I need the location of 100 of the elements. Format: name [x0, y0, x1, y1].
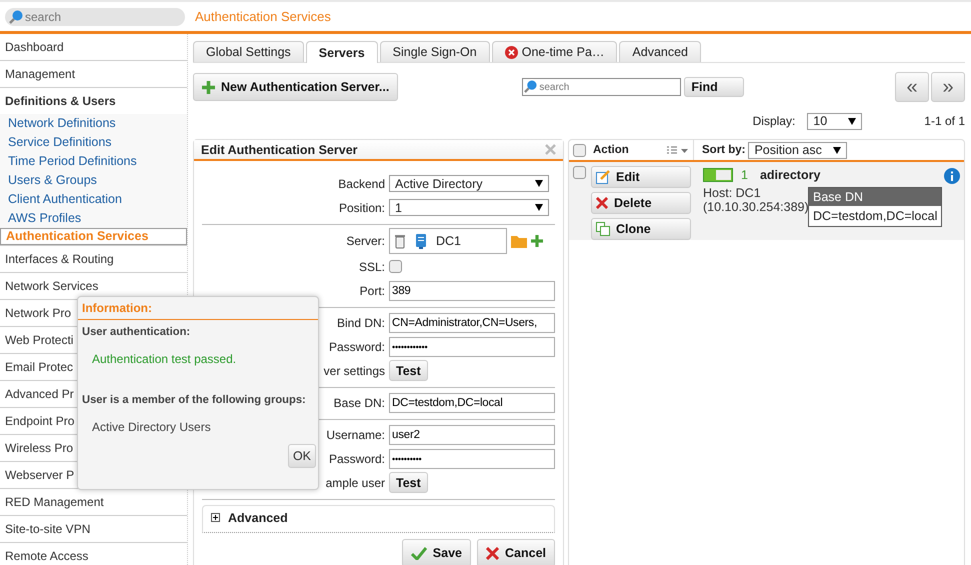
input-field[interactable]: •••••••••••• [389, 336, 555, 356]
sidebar-item[interactable]: Advanced Pr [5, 388, 74, 400]
select-field[interactable]: 1 [389, 199, 549, 216]
copy-icon [596, 222, 610, 236]
sidebar-subitem[interactable]: Client Authentication [0, 190, 187, 209]
select-field[interactable]: Active Directory [389, 175, 549, 192]
folder-icon[interactable] [511, 234, 527, 248]
list-menu-icon[interactable] [667, 146, 689, 154]
sidebar-item[interactable]: Remote Access [5, 550, 88, 562]
input-field[interactable]: •••••••••• [389, 448, 555, 468]
display-select[interactable]: 10 [807, 112, 862, 130]
field-label: Position: [338, 200, 385, 214]
test-button[interactable]: Test [389, 360, 428, 381]
group-name: Active Directory Users [91, 419, 212, 434]
advanced-section[interactable]: Advanced [202, 505, 555, 533]
sidebar-subitem[interactable]: Network Definitions [0, 114, 187, 133]
field-label: ample user [326, 476, 385, 490]
sort-label: Sort by: [702, 144, 746, 156]
pencil-icon [596, 170, 610, 184]
checkbox[interactable] [573, 166, 586, 179]
sidebar-item[interactable]: Dashboard [5, 41, 64, 53]
input-field[interactable]: user2 [389, 424, 555, 444]
sidebar-subitem[interactable]: Time Period Definitions [0, 152, 187, 171]
sidebar-item[interactable]: RED Management [5, 496, 104, 508]
cross-icon [486, 546, 499, 560]
sidebar-item[interactable]: Web Protecti [5, 334, 74, 346]
find-button[interactable]: Find [684, 77, 744, 97]
error-icon [504, 46, 518, 58]
expand-icon[interactable] [211, 513, 220, 522]
tab[interactable]: Servers [306, 41, 378, 63]
sidebar-item[interactable]: Email Protec [5, 361, 74, 373]
sidebar-item[interactable]: Network Pro [5, 307, 72, 319]
check-icon [410, 546, 427, 560]
field-label: Password: [328, 452, 385, 466]
info-icon[interactable] [944, 168, 960, 184]
plus-icon [202, 80, 215, 94]
input-field[interactable]: 389 [389, 280, 555, 300]
sidebar-item[interactable]: Interfaces & Routing [5, 253, 114, 265]
caret-icon [833, 146, 842, 154]
field-label: Server: [346, 234, 385, 248]
search-icon [9, 10, 23, 24]
previous-page-button[interactable]: « [895, 72, 929, 102]
display-label: Display: [752, 114, 796, 128]
field-label: Password: [328, 340, 385, 354]
sidebar-item[interactable]: Wireless Pro [5, 442, 74, 454]
edit-button[interactable]: Edit [591, 166, 691, 188]
tab[interactable]: Advanced [619, 41, 702, 62]
sidebar-item[interactable]: Endpoint Pro [5, 415, 74, 427]
search-field[interactable]: search [522, 78, 682, 96]
sidebar-item[interactable]: Site-to-site VPN [5, 523, 90, 535]
position-number: 1 [741, 168, 748, 182]
tab[interactable]: Single Sign-On [380, 41, 490, 62]
result-range: 1-1 of 1 [924, 114, 965, 128]
ok-button[interactable]: OK [288, 444, 316, 468]
next-page-button[interactable]: » [931, 72, 965, 102]
server-field[interactable]: DC1 [389, 228, 507, 254]
delete-button[interactable]: Delete [591, 192, 691, 214]
new-server-button[interactable]: New Authentication Server... [193, 73, 398, 101]
toggle-switch[interactable] [703, 168, 733, 182]
section-title: Advanced [228, 511, 288, 525]
input-field[interactable]: CN=Administrator,CN=Users, [389, 312, 555, 332]
caret-icon [848, 118, 856, 124]
save-button[interactable]: Save [402, 539, 471, 565]
caret-icon [535, 204, 543, 211]
sidebar-subitem[interactable]: AWS Profiles [0, 209, 187, 228]
tab[interactable]: Global Settings [193, 41, 304, 62]
tooltip-title: Base DN [809, 188, 942, 206]
field-label: Port: [360, 284, 385, 298]
input-field[interactable]: DC=testdom,DC=local [389, 392, 555, 412]
caret-icon [535, 180, 543, 187]
sidebar-item[interactable]: Network Services [5, 280, 98, 292]
test-button[interactable]: Test [389, 472, 428, 493]
sidebar-item[interactable]: Definitions & Users [5, 95, 116, 107]
result-message: Authentication test passed. [91, 351, 238, 366]
tab[interactable]: One-time Pa… [492, 41, 618, 62]
field-label: SSL: [358, 260, 385, 274]
field-label: Username: [326, 428, 385, 442]
panel-title: Edit Authentication Server [201, 142, 358, 156]
trash-icon[interactable] [394, 234, 406, 248]
sort-select[interactable]: Position asc [748, 142, 848, 158]
sidebar-item[interactable]: Webserver P [5, 469, 74, 481]
plus-icon[interactable] [531, 235, 543, 247]
dialog-heading: User is a member of the following groups: [81, 393, 307, 406]
search-icon [524, 80, 538, 93]
cancel-button[interactable]: Cancel [477, 539, 555, 565]
page-title: Authentication Services [195, 9, 331, 24]
checkbox[interactable] [573, 144, 586, 156]
column-header: Action [593, 144, 629, 156]
sidebar-subitem[interactable]: Users & Groups [0, 171, 187, 190]
sidebar-item[interactable]: Management [5, 68, 76, 80]
sidebar-subitem[interactable]: Service Definitions [0, 133, 187, 152]
server-icon [416, 234, 426, 248]
cross-icon [596, 197, 608, 209]
tooltip-text: DC=testdom,DC=local [812, 208, 938, 225]
clone-button[interactable]: Clone [591, 218, 691, 240]
field-label: Backend [338, 176, 385, 190]
dialog-heading: User authentication: [81, 325, 192, 338]
close-icon[interactable] [545, 144, 556, 155]
checkbox[interactable] [389, 260, 402, 273]
search-field[interactable]: search [5, 8, 185, 26]
